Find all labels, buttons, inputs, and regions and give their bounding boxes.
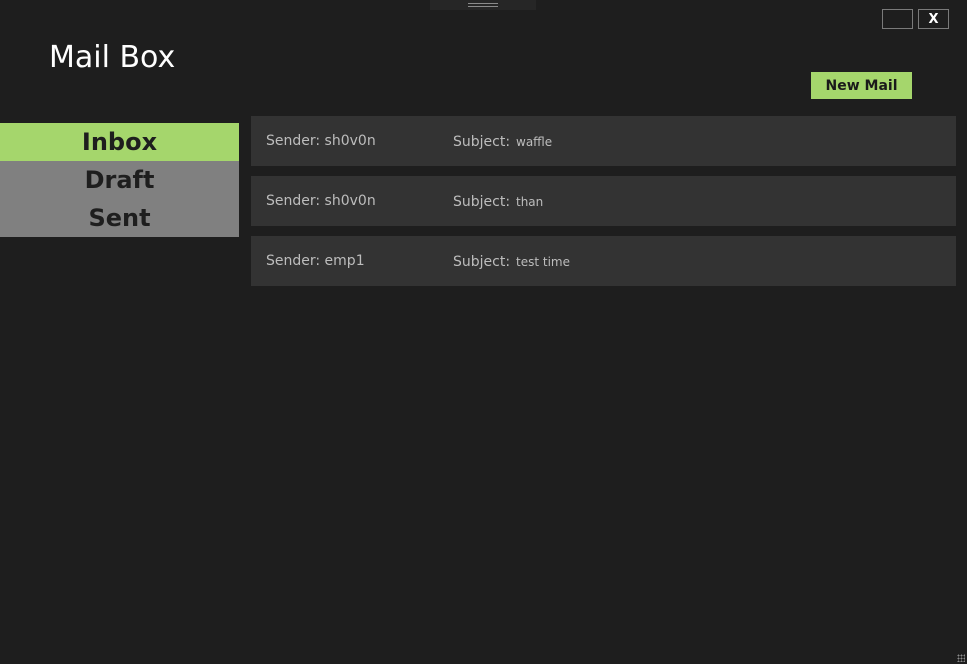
close-button[interactable]: X [918, 9, 949, 29]
folder-sent[interactable]: Sent [0, 199, 239, 237]
mail-sender: Sender: sh0v0n [266, 133, 376, 149]
minimize-button[interactable] [882, 9, 913, 29]
mail-row[interactable]: Sender: emp1 Subject: test time [251, 236, 956, 286]
resize-grip-icon[interactable] [957, 654, 965, 662]
folder-nav: Inbox Draft Sent [0, 123, 239, 237]
folder-draft[interactable]: Draft [0, 161, 239, 199]
drag-grip-line [468, 6, 498, 7]
mail-subject-label: Subject: [453, 134, 511, 150]
mail-row[interactable]: Sender: sh0v0n Subject: than [251, 176, 956, 226]
mail-row[interactable]: Sender: sh0v0n Subject: waffle [251, 116, 956, 166]
mail-subject: test time [516, 255, 570, 269]
mail-subject-label: Subject: [453, 194, 511, 210]
mail-subject: waffle [516, 135, 553, 149]
mail-list: Sender: sh0v0n Subject: waffle Sender: s… [251, 116, 956, 296]
window-drag-handle[interactable] [430, 0, 536, 10]
mail-sender: Sender: sh0v0n [266, 193, 376, 209]
folder-inbox[interactable]: Inbox [0, 123, 239, 161]
mail-subject: than [516, 195, 544, 209]
drag-grip-line [468, 3, 498, 4]
app-title: Mail Box [49, 40, 176, 75]
mail-sender: Sender: emp1 [266, 253, 365, 269]
mail-subject-label: Subject: [453, 254, 511, 270]
new-mail-button[interactable]: New Mail [811, 72, 912, 99]
